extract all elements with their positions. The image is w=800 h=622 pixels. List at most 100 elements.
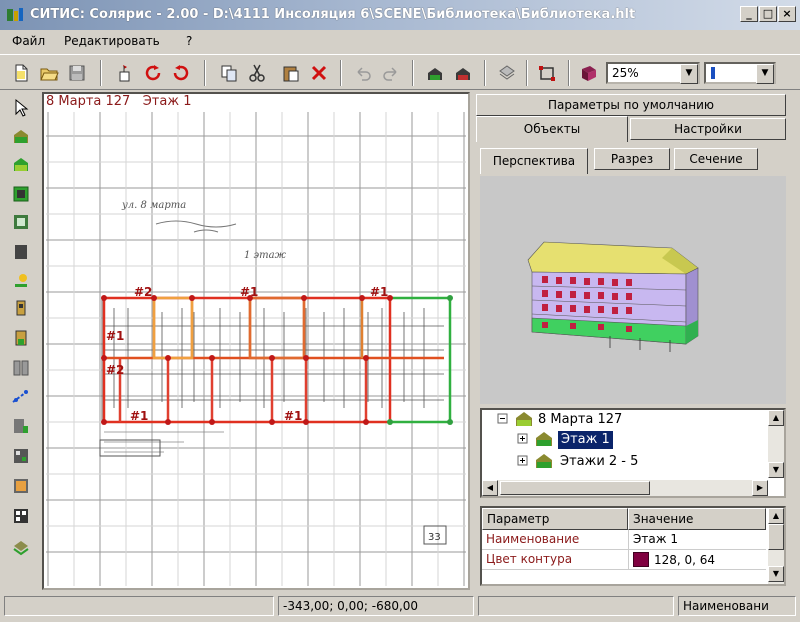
close-button[interactable]: × bbox=[778, 6, 796, 22]
floor-tool-icon[interactable] bbox=[8, 152, 34, 176]
3d-preview[interactable] bbox=[480, 176, 786, 404]
redo-arrow-icon[interactable] bbox=[380, 62, 402, 84]
sun-tool-icon[interactable] bbox=[8, 268, 34, 292]
redo-icon[interactable] bbox=[170, 62, 192, 84]
scroll-up-icon[interactable]: ▲ bbox=[768, 410, 784, 426]
tree-item-floors2-5[interactable]: Этажи 2 - 5 bbox=[560, 454, 638, 469]
chevron-down-icon[interactable]: ▼ bbox=[756, 64, 774, 84]
chevron-down-icon[interactable]: ▼ bbox=[680, 64, 698, 84]
object-tree[interactable]: 8 Марта 127 Этаж 1 Этажи 2 - 5 ▲ ▼ ◀ ▶ bbox=[480, 408, 786, 498]
toolbar-separator bbox=[484, 60, 486, 86]
contour-label: #1 bbox=[130, 409, 148, 423]
paste-icon[interactable] bbox=[280, 62, 302, 84]
tab-section[interactable]: Разрез bbox=[594, 148, 670, 170]
plan-tool-icon[interactable] bbox=[8, 474, 34, 498]
prop-color-text: 128, 0, 64 bbox=[654, 552, 716, 567]
props-header-param: Параметр bbox=[482, 508, 628, 530]
props-header-value: Значение bbox=[628, 508, 766, 530]
scroll-down-icon[interactable]: ▼ bbox=[768, 462, 784, 478]
tree-item-building[interactable]: 8 Марта 127 bbox=[538, 412, 622, 427]
hscroll-thumb[interactable] bbox=[500, 481, 650, 495]
scroll-right-icon[interactable]: ▶ bbox=[752, 480, 768, 496]
scroll-left-icon[interactable]: ◀ bbox=[482, 480, 498, 496]
copy-icon[interactable] bbox=[218, 62, 240, 84]
cut-icon[interactable] bbox=[246, 62, 268, 84]
wall-tool-icon[interactable] bbox=[8, 240, 34, 264]
canvas-floor-name: Этаж 1 bbox=[142, 94, 192, 109]
new-icon[interactable] bbox=[10, 62, 32, 84]
status-coordinates: -343,00; 0,00; -680,00 bbox=[278, 596, 474, 616]
zoom-select[interactable]: 25% ▼ bbox=[606, 62, 700, 84]
toolbar-separator bbox=[526, 60, 528, 86]
tab-cut[interactable]: Сечение bbox=[674, 148, 758, 170]
maximize-button[interactable]: □ bbox=[759, 6, 777, 22]
building-icon[interactable] bbox=[424, 62, 446, 84]
open-icon[interactable] bbox=[38, 62, 60, 84]
block-tool-icon[interactable] bbox=[8, 326, 34, 350]
tab-settings[interactable]: Настройки bbox=[630, 118, 786, 140]
contour-label: #2 bbox=[106, 363, 124, 377]
layers-tool-icon[interactable] bbox=[8, 536, 34, 560]
contour-label: #1 bbox=[106, 329, 124, 343]
prop-color-value[interactable]: 128, 0, 64 bbox=[628, 550, 766, 570]
floor-node-icon bbox=[536, 454, 552, 468]
frame-icon[interactable] bbox=[536, 62, 558, 84]
grid-tool-icon[interactable] bbox=[8, 444, 34, 468]
window-title: СИТИС: Солярис - 2.00 - D:\4111 Инсоляци… bbox=[30, 7, 636, 22]
color-swatch bbox=[633, 552, 649, 567]
terrain-tool-icon[interactable] bbox=[8, 414, 34, 438]
toolbar-separator bbox=[204, 60, 206, 86]
toolbar-separator bbox=[568, 60, 570, 86]
book-icon[interactable] bbox=[578, 62, 600, 84]
floorplan-drawing[interactable]: ул. 8 марта 1 этаж 33 #2 #1 #1 #1 #2 #1 bbox=[44, 112, 468, 586]
prop-color-label: Цвет контура bbox=[482, 550, 628, 570]
pointer-icon[interactable] bbox=[8, 96, 34, 120]
zoom-value: 25% bbox=[612, 66, 639, 80]
rotate-icon[interactable] bbox=[142, 62, 164, 84]
handwriting-floor: 1 этаж bbox=[244, 250, 287, 261]
floor-node-icon bbox=[536, 432, 552, 446]
cursor-icon[interactable] bbox=[114, 62, 136, 84]
menu-help[interactable]: ? bbox=[186, 34, 192, 48]
menu-edit[interactable]: Редактировать bbox=[64, 34, 160, 48]
properties-grid: Параметр Значение Наименование Этаж 1 Цв… bbox=[480, 506, 786, 586]
scroll-up-icon[interactable]: ▲ bbox=[768, 508, 784, 524]
tab-perspective[interactable]: Перспектива bbox=[480, 148, 588, 174]
building2-icon[interactable] bbox=[452, 62, 474, 84]
contour-label: #1 bbox=[370, 285, 388, 299]
building-tool-icon[interactable] bbox=[8, 124, 34, 148]
menu-file[interactable]: Файл bbox=[12, 34, 45, 48]
expand-icon[interactable] bbox=[516, 454, 530, 468]
save-icon[interactable] bbox=[66, 62, 88, 84]
room-tool-icon[interactable] bbox=[8, 182, 34, 206]
line-style-icon bbox=[711, 67, 715, 79]
layers-icon[interactable] bbox=[496, 62, 518, 84]
tab-defaults[interactable]: Параметры по умолчанию bbox=[476, 94, 786, 116]
prop-name-value[interactable]: Этаж 1 bbox=[628, 530, 766, 550]
handwriting-street: ул. 8 марта bbox=[121, 200, 186, 211]
delete-icon[interactable] bbox=[308, 62, 330, 84]
contour-label: #2 bbox=[134, 285, 152, 299]
toolbar-separator bbox=[100, 60, 102, 86]
scroll-down-icon[interactable]: ▼ bbox=[768, 566, 784, 582]
map-tool-icon[interactable] bbox=[8, 504, 34, 528]
tower-tool-icon[interactable] bbox=[8, 296, 34, 320]
props-scroll-thumb[interactable] bbox=[768, 524, 784, 550]
status-empty bbox=[4, 596, 274, 616]
undo-icon[interactable] bbox=[352, 62, 374, 84]
contour-label: #1 bbox=[284, 409, 302, 423]
building-node-icon bbox=[516, 412, 532, 426]
tab-objects[interactable]: Объекты bbox=[476, 116, 628, 142]
line-select[interactable]: ▼ bbox=[704, 62, 776, 84]
minimize-button[interactable]: _ bbox=[740, 6, 758, 22]
canvas-building-name: 8 Марта 127 bbox=[46, 94, 131, 109]
window-tool-icon[interactable] bbox=[8, 210, 34, 234]
tree-item-floor1[interactable]: Этаж 1 bbox=[558, 431, 613, 449]
collapse-icon[interactable] bbox=[496, 412, 510, 426]
sheet-number: 33 bbox=[428, 532, 441, 543]
prop-name-label: Наименование bbox=[482, 530, 628, 550]
expand-icon[interactable] bbox=[516, 432, 530, 446]
split-tool-icon[interactable] bbox=[8, 356, 34, 380]
measure-tool-icon[interactable] bbox=[8, 384, 34, 408]
status-hint: Наименовани bbox=[678, 596, 796, 616]
